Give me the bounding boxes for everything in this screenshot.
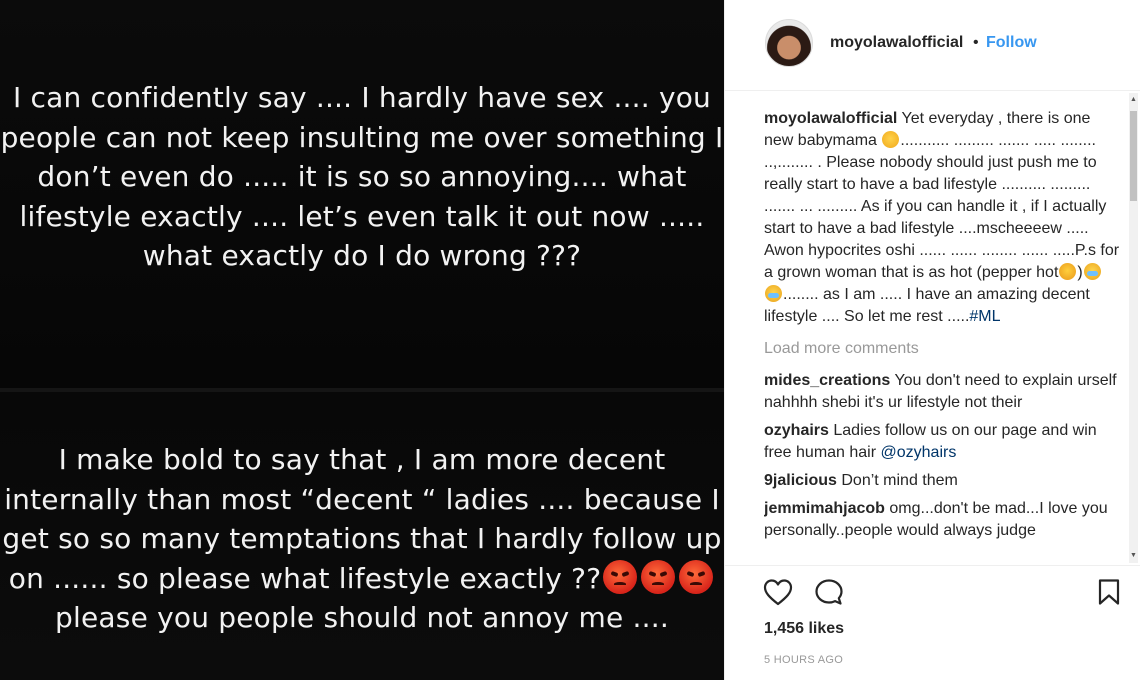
post-timestamp[interactable]: 5 HOURS AGO bbox=[764, 654, 843, 666]
post-image-text-bottom-part2: please you people should not annoy me ..… bbox=[55, 601, 669, 634]
post-sidebar: moyolawalofficial • Follow moyolawaloffi… bbox=[724, 0, 1140, 680]
angry-face-icon bbox=[679, 559, 714, 594]
list-item: mides_creations You don't need to explai… bbox=[764, 370, 1124, 414]
scroll-down-arrow-icon[interactable]: ▼ bbox=[1129, 551, 1138, 561]
tears-of-joy-icon bbox=[1083, 263, 1101, 280]
caption-text-2: ........... ......... ....... ..... ....… bbox=[764, 132, 1120, 281]
tongue-face-icon bbox=[1059, 263, 1077, 280]
comment-bubble-icon[interactable] bbox=[814, 578, 844, 611]
list-item: jemmimahjacob omg...don't be mad...I lov… bbox=[764, 498, 1124, 542]
comments-scrollbar[interactable]: ▲ ▼ bbox=[1129, 93, 1138, 563]
post-image: I can confidently say .... I hardly have… bbox=[0, 0, 724, 680]
header-separator: • bbox=[973, 34, 979, 51]
comment-username[interactable]: mides_creations bbox=[764, 372, 890, 389]
caption-text-3: ) bbox=[1077, 264, 1083, 281]
post-image-text-bottom: I make bold to say that , I am more dece… bbox=[0, 440, 724, 638]
comment-username[interactable]: ozyhairs bbox=[764, 422, 829, 439]
caption: moyolawalofficial Yet everyday , there i… bbox=[764, 108, 1124, 328]
avatar[interactable] bbox=[765, 19, 813, 67]
unamused-face-icon bbox=[882, 131, 900, 148]
caption-text-4: ........ as I am ..... I have an amazing… bbox=[764, 286, 1090, 325]
bookmark-icon[interactable] bbox=[1097, 578, 1121, 611]
post-header: moyolawalofficial • Follow bbox=[725, 0, 1140, 91]
comment-username[interactable]: 9jalicious bbox=[764, 472, 837, 489]
post-actions: 1,456 likes 5 HOURS AGO bbox=[725, 565, 1140, 680]
heart-icon[interactable] bbox=[763, 578, 793, 611]
caption-username[interactable]: moyolawalofficial bbox=[764, 110, 897, 127]
post-image-text-top: I can confidently say .... I hardly have… bbox=[0, 81, 724, 272]
list-item: ozyhairs Ladies follow us on our page an… bbox=[764, 420, 1124, 464]
load-more-comments-button[interactable]: Load more comments bbox=[764, 338, 1124, 360]
comments-section[interactable]: moyolawalofficial Yet everyday , there i… bbox=[764, 108, 1124, 563]
tears-of-joy-icon bbox=[765, 285, 782, 302]
list-item: 9jalicious Don’t mind them bbox=[764, 470, 1124, 492]
header-username[interactable]: moyolawalofficial bbox=[830, 34, 963, 52]
comment-text: Don’t mind them bbox=[841, 472, 958, 489]
likes-count[interactable]: 1,456 likes bbox=[764, 620, 844, 638]
angry-face-icon bbox=[603, 559, 638, 594]
scroll-up-arrow-icon[interactable]: ▲ bbox=[1129, 95, 1138, 105]
mention-link[interactable]: @ozyhairs bbox=[881, 444, 957, 461]
angry-face-icon bbox=[641, 559, 676, 594]
comment-username[interactable]: jemmimahjacob bbox=[764, 500, 885, 517]
scrollbar-thumb[interactable] bbox=[1130, 111, 1137, 201]
hashtag-link[interactable]: #ML bbox=[969, 308, 1000, 325]
follow-button[interactable]: Follow bbox=[986, 34, 1037, 52]
